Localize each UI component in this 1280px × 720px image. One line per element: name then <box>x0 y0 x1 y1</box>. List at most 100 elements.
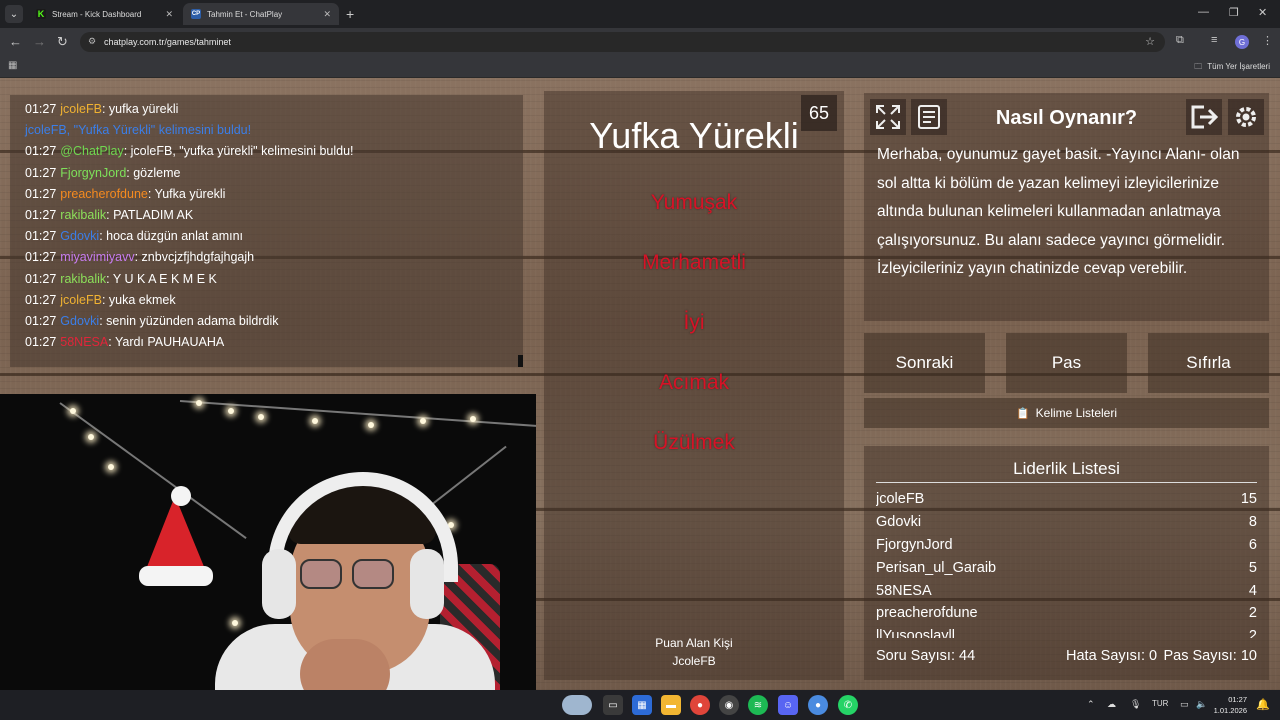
chat-timestamp: 01:27 <box>25 335 57 350</box>
chat-username[interactable]: preacherofdune <box>60 187 148 201</box>
obs-icon[interactable]: ◉ <box>719 695 739 715</box>
chat-message: 01:27 preacherofdune: Yufka yürekli <box>25 184 508 205</box>
chat-username[interactable]: jcoleFB <box>60 102 102 116</box>
tab-chatplay[interactable]: CP Tahmin Et - ChatPlay ✕ <box>183 3 339 25</box>
volume-icon[interactable]: 🔈 <box>1196 699 1207 710</box>
tab-kick-dashboard[interactable]: K Stream - Kick Dashboard ✕ <box>28 3 181 25</box>
leaderboard-row: preacherofdune 2 <box>876 602 1257 625</box>
player-score: 4 <box>1248 582 1257 599</box>
logout-icon[interactable] <box>1186 99 1222 135</box>
back-icon[interactable]: ← <box>9 34 22 49</box>
chat-username[interactable]: rakibalik <box>60 272 106 286</box>
chat-message-list: 01:27 jcoleFB: yufka yürekli jcoleFB, "Yuf… <box>25 99 508 353</box>
kick-favicon-icon: K <box>36 9 46 19</box>
spotify-icon[interactable]: ≋ <box>748 695 768 715</box>
close-icon[interactable]: ✕ <box>165 9 173 20</box>
how-to-play-title: Nasıl Oynanır? <box>995 107 1138 129</box>
notification-bell-icon[interactable]: 🔔 <box>1256 698 1270 711</box>
chat-timestamp: 01:27 <box>25 186 57 201</box>
leaderboard-row: FjorgynJord 6 <box>876 534 1257 557</box>
system-clock[interactable]: 01:27 1.01.2026 <box>1214 694 1247 716</box>
bookmark-star-icon[interactable]: ☆ <box>1145 35 1155 48</box>
next-button[interactable]: Sonraki <box>864 333 985 393</box>
weather-widget-icon[interactable] <box>562 695 592 715</box>
light-bulb <box>368 422 374 428</box>
chrome-profile-icon[interactable]: ● <box>808 695 828 715</box>
tab-search-button[interactable]: ⌄ <box>5 5 23 23</box>
chat-username[interactable]: jcoleFB, "Yufka Yürekli" kelimesini buld… <box>25 123 251 137</box>
chrome-icon[interactable]: ● <box>690 695 710 715</box>
file-explorer-icon[interactable]: ▬ <box>661 695 681 715</box>
reset-button[interactable]: Sıfırla <box>1148 333 1269 393</box>
chat-timestamp: 01:27 <box>25 271 57 286</box>
pass-button[interactable]: Pas <box>1006 333 1127 393</box>
light-bulb <box>228 408 234 414</box>
chat-scrollbar[interactable] <box>518 355 523 367</box>
chat-text: : Y U K A E K M E K <box>106 271 217 286</box>
chat-message: 01:27 @ChatPlay: jcoleFB, "yufka yürekli"… <box>25 141 508 162</box>
leaderboard-panel: Liderlik Listesi jcoleFB 15 Gdovki 8 Fjorgyn… <box>864 446 1269 680</box>
close-icon[interactable]: ✕ <box>323 9 331 20</box>
player-name: 58NESA <box>876 582 932 599</box>
chat-message: 01:27 jcoleFB: yufka yürekli <box>25 99 508 120</box>
chat-text: : hoca düzgün anlat amını <box>99 229 244 244</box>
player-score: 5 <box>1248 559 1257 576</box>
chat-username[interactable]: Gdovki <box>60 229 99 243</box>
error-count: Hata Sayısı: 0 <box>1066 648 1158 664</box>
chat-username[interactable]: jcoleFB <box>60 293 102 307</box>
target-word: Yufka Yürekli <box>589 115 799 156</box>
menu-icon[interactable]: ⋮ <box>1262 34 1273 47</box>
profile-avatar[interactable]: G <box>1235 35 1249 49</box>
reload-icon[interactable]: ↻ <box>57 34 68 50</box>
light-bulb <box>258 414 264 420</box>
language-indicator[interactable]: TUR <box>1152 699 1168 708</box>
leaderboard-list[interactable]: jcoleFB 15 Gdovki 8 FjorgynJord 6 Perisan_ul_G… <box>876 488 1257 638</box>
chat-username[interactable]: 58NESA <box>60 335 108 349</box>
chat-timestamp: 01:27 <box>25 250 57 265</box>
extensions-icon[interactable]: ⧉ <box>1176 34 1184 47</box>
chat-username[interactable]: rakibalik <box>60 208 106 222</box>
store-icon[interactable]: ▦ <box>632 695 652 715</box>
window-close-icon[interactable]: ✕ <box>1258 6 1267 19</box>
restore-icon[interactable]: ❐ <box>1229 6 1239 19</box>
chat-message: 01:27 FjorgynJord: gözleme <box>25 163 508 184</box>
whatsapp-icon[interactable]: ✆ <box>838 695 858 715</box>
chat-timestamp: 01:27 <box>25 292 57 307</box>
chat-message: 01:27 Gdovki: senin yüzünden adama bildrd… <box>25 311 508 332</box>
tab-strip: ⌄ K Stream - Kick Dashboard ✕ CP Tahmin … <box>0 0 1280 28</box>
address-bar[interactable]: ⚙ chatplay.com.tr/games/tahminet ☆ <box>80 32 1165 52</box>
forward-icon[interactable]: → <box>33 34 46 49</box>
settings-gear-icon[interactable] <box>1228 99 1264 135</box>
forbidden-word: Acımak <box>658 371 729 394</box>
task-view-icon[interactable]: ▭ <box>603 695 623 715</box>
player-name: jcoleFB <box>876 491 925 508</box>
site-info-icon[interactable]: ⚙ <box>88 36 96 47</box>
word-lists-label: Kelime Listeleri <box>1035 406 1118 420</box>
discord-icon[interactable]: ☺ <box>778 695 798 715</box>
chat-username[interactable]: FjorgynJord <box>60 166 126 180</box>
webcam-feed <box>0 394 536 690</box>
exit-icon <box>1191 105 1218 129</box>
chat-timestamp: 01:27 <box>25 313 57 328</box>
document-icon[interactable] <box>911 99 947 135</box>
player-score: 2 <box>1248 628 1257 638</box>
light-bulb <box>70 408 76 414</box>
all-bookmarks-folder[interactable]: 🗀 Tüm Yer İşaretleri <box>1194 61 1270 75</box>
chat-username[interactable]: Gdovki <box>60 314 99 328</box>
chat-username[interactable]: miyavimiyavv <box>60 250 134 264</box>
apps-grid-icon[interactable]: ▦ <box>8 60 17 71</box>
chat-username[interactable]: @ChatPlay <box>60 144 123 158</box>
player-score: 2 <box>1248 605 1257 622</box>
light-bulb <box>312 418 318 424</box>
word-lists-button[interactable]: 📋 Kelime Listeleri <box>864 398 1269 428</box>
media-control-icon[interactable]: ≡ <box>1211 34 1217 46</box>
minimize-icon[interactable]: — <box>1198 6 1209 18</box>
microphone-icon[interactable]: 🎙 <box>1130 699 1141 710</box>
player-name: Gdovki <box>876 514 922 531</box>
network-icon[interactable]: ▭ <box>1180 699 1189 710</box>
expand-icon <box>876 105 900 129</box>
fullscreen-icon[interactable] <box>870 99 906 135</box>
onedrive-icon[interactable]: ☁ <box>1107 699 1116 710</box>
chevron-up-icon[interactable]: ⌃ <box>1087 699 1095 710</box>
new-tab-icon[interactable]: + <box>346 6 354 22</box>
